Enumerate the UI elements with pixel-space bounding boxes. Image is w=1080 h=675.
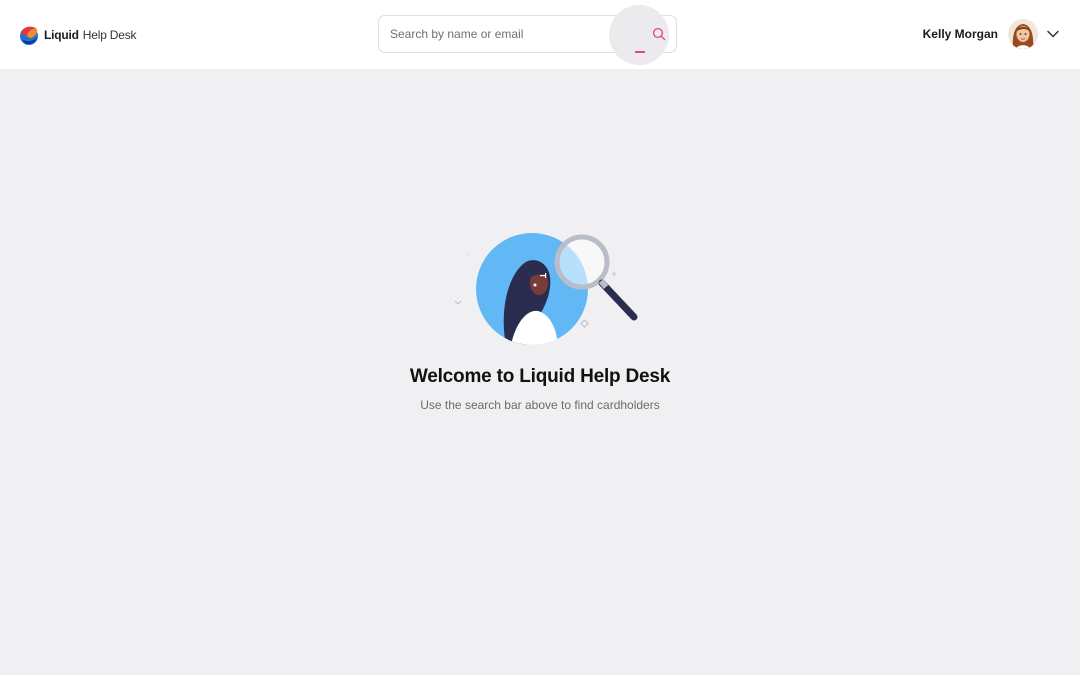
search-person-illustration: · <box>454 233 638 345</box>
brand[interactable]: Liquid Help Desk <box>18 23 137 47</box>
page-title: Welcome to Liquid Help Desk <box>409 366 671 387</box>
user-name: Kelly Morgan <box>922 27 998 41</box>
top-navbar: Liquid Help Desk Kelly Morgan <box>0 0 1080 69</box>
sparkle-mark: · <box>467 251 469 259</box>
sparkle-mark <box>580 319 589 328</box>
user-menu[interactable]: Kelly Morgan <box>923 18 1060 50</box>
brand-name: Liquid <box>44 28 79 42</box>
sparkle-mark <box>612 272 616 276</box>
liquid-logo-icon <box>20 26 38 45</box>
sparkle-mark <box>454 300 462 305</box>
magnifier-lens <box>554 234 610 290</box>
focus-indicator <box>635 51 645 53</box>
search-button[interactable] <box>609 5 669 65</box>
magnifier-neck <box>598 279 609 289</box>
magnifier-handle <box>598 279 638 321</box>
search-icon <box>652 27 666 41</box>
search-input[interactable] <box>390 16 610 52</box>
page-subtitle: Use the search bar above to find cardhol… <box>420 398 660 412</box>
chevron-down-icon <box>1047 30 1059 38</box>
avatar <box>1008 19 1038 49</box>
brand-subtitle: Help Desk <box>82 28 137 42</box>
